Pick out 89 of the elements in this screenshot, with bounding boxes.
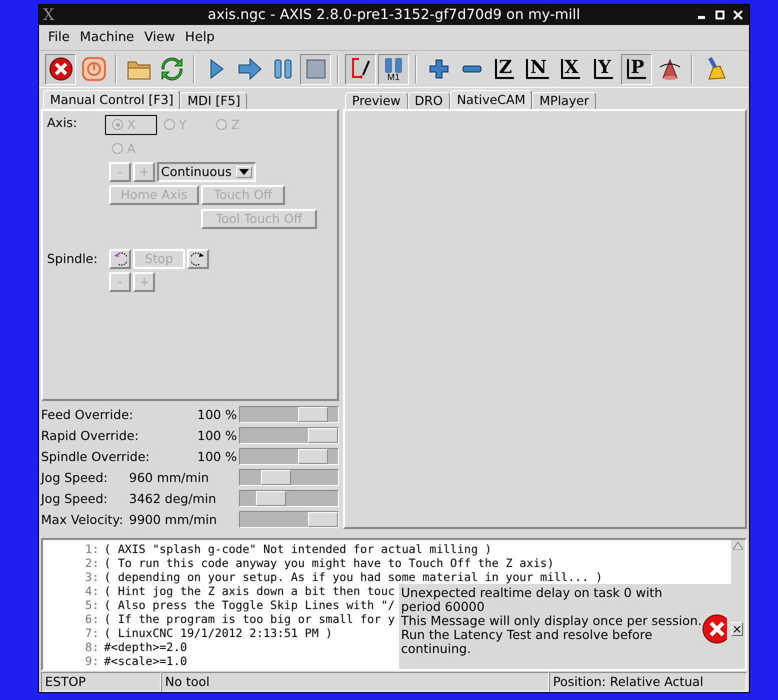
tab[interactable]: NativeCAM	[450, 90, 532, 109]
maximize-icon[interactable]	[715, 10, 725, 20]
tab[interactable]: Manual Control [F3]	[43, 90, 180, 109]
estop-icon	[48, 57, 72, 82]
slider-thumb[interactable]	[308, 512, 338, 527]
code-line: ( AXIS "splash g-code" Not intended for actual milling )	[104, 542, 492, 556]
scroll-up-icon[interactable]	[733, 542, 743, 550]
arrow-icon	[238, 58, 262, 80]
slider-thumb[interactable]	[261, 470, 291, 485]
line-number: 9:	[84, 654, 100, 668]
line-number: 3:	[84, 570, 100, 584]
slider-reading: 100 %	[196, 406, 237, 422]
close-button[interactable]: ×	[730, 622, 743, 636]
notification-text: Run the Latency Test and resolve before	[401, 628, 654, 642]
slider[interactable]	[239, 510, 339, 528]
tab[interactable]: MDI [F5]	[180, 92, 248, 109]
slider-reading: 9900 mm/min	[129, 512, 218, 527]
code-line: ( LinuxCNC 19/1/2012 2:13:51 PM )	[104, 626, 332, 640]
toolbar-button[interactable]	[45, 54, 76, 85]
slider-label: Spindle Override:	[41, 448, 151, 464]
app-logo: X	[43, 6, 54, 24]
slider-reading: 100 %	[196, 428, 237, 443]
play-icon	[208, 58, 224, 80]
status-field: No tool	[161, 672, 549, 692]
toolbar-button[interactable]	[300, 54, 331, 85]
notification-text: This Message will only display once per session.	[401, 614, 702, 628]
error-icon	[702, 614, 727, 644]
close-icon[interactable]	[733, 10, 743, 20]
line-number: 6:	[84, 612, 100, 626]
code-line: #<scale>=1.0	[104, 654, 188, 668]
line-number: 2:	[84, 556, 100, 570]
slider-reading: 960 mm/min	[129, 470, 210, 485]
code-line: ( depending on your setup. As if you had some material in your mill... )	[104, 570, 602, 584]
slider-thumb[interactable]	[298, 406, 328, 422]
notification-text: Unexpected realtime delay on task 0 with	[401, 586, 664, 600]
tab[interactable]: Preview	[345, 92, 408, 109]
slider-label: Feed Override:	[41, 406, 134, 422]
code-line: ( Hint jog the Z axis down a bit then touc	[104, 584, 395, 598]
rotate-right-icon	[191, 252, 205, 266]
slider-label: Rapid Override:	[41, 428, 140, 443]
slider-label: Max Velocity:	[41, 512, 124, 527]
spindle-label: Spindle:	[47, 251, 99, 266]
notification-text: continuing.	[401, 642, 471, 656]
slider[interactable]	[239, 448, 339, 465]
zoom-in-icon	[428, 59, 448, 80]
slider[interactable]	[239, 406, 339, 423]
stop-icon	[306, 59, 326, 80]
spindle-reverse-button[interactable]	[109, 248, 131, 269]
caret-icon	[238, 168, 249, 175]
tab[interactable]: MPlayer	[532, 92, 596, 109]
menu-item[interactable]: View	[139, 30, 180, 46]
code-line: #<depth>=2.0	[104, 640, 188, 654]
menu-item[interactable]: Machine	[74, 30, 140, 46]
power-icon	[82, 57, 106, 82]
line-number: 4:	[84, 584, 100, 598]
status-field: ESTOP	[41, 672, 161, 692]
slider-thumb[interactable]	[298, 448, 328, 464]
menu-item[interactable]: Help	[180, 30, 220, 46]
line-number: 5:	[84, 598, 100, 612]
toolbar-button[interactable]: M1	[378, 54, 409, 85]
slider-label: Jog Speed:	[41, 490, 109, 506]
pause-icon	[274, 58, 292, 80]
zoom-out-icon	[462, 65, 482, 74]
slider-label: Jog Speed:	[41, 470, 109, 485]
line-number: 8:	[84, 640, 100, 654]
code-line: ( To run this code anyway you might have to Touch Off the Z axis)	[104, 556, 554, 570]
tab[interactable]: DRO	[408, 92, 450, 109]
slider[interactable]	[239, 490, 339, 507]
line-number: 1:	[84, 542, 100, 556]
slider[interactable]	[239, 468, 339, 486]
slider-reading: 100 %	[196, 448, 237, 464]
window-title: axis.ngc - AXIS 2.8.0-pre1-3152-gf7d70d9 on my-mill	[206, 6, 582, 23]
toolbar-button[interactable]	[345, 54, 376, 85]
axis-label: Axis:	[47, 114, 78, 132]
line-number: 7:	[84, 626, 100, 640]
rotate-left-icon	[113, 252, 127, 266]
reload-icon	[160, 57, 184, 82]
slider[interactable]	[239, 426, 339, 444]
code-line: ( Also press the Toggle Skip Lines with "/	[104, 598, 395, 612]
slider-thumb[interactable]	[308, 428, 338, 443]
status-field: Position: Relative Actual	[549, 672, 747, 692]
code-line: ( If the program is too big or small for y	[104, 612, 395, 626]
menu-item[interactable]: File	[43, 30, 75, 46]
spindle-forward-button[interactable]	[187, 248, 209, 269]
slider-thumb[interactable]	[256, 490, 286, 506]
slider-reading: 3462 deg/min	[129, 490, 218, 506]
view-button[interactable]: P	[621, 54, 652, 85]
notification-text: period 60000	[401, 600, 486, 614]
cone-icon	[658, 57, 682, 82]
